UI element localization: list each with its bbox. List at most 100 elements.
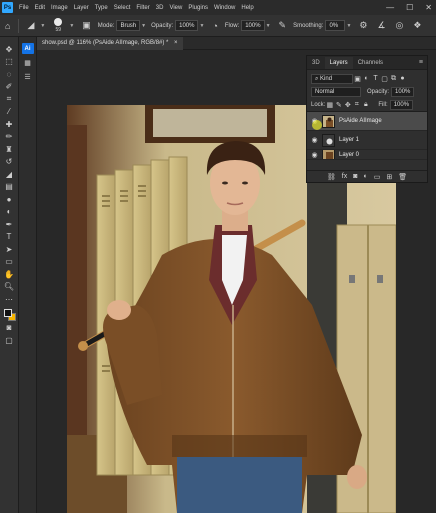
more-tools-icon[interactable]: ⋯ xyxy=(2,293,17,305)
clone-stamp-tool-icon[interactable]: ♜ xyxy=(2,143,17,155)
pressure-opacity-icon[interactable]: ◔ xyxy=(207,21,222,31)
menu-window[interactable]: Window xyxy=(211,5,238,11)
maximize-button[interactable]: ☐ xyxy=(406,3,413,12)
adjustments-icon[interactable]: ☰ xyxy=(22,71,34,82)
eraser-tool-preset-icon[interactable]: ◢ xyxy=(22,20,39,31)
eyedropper-tool-icon[interactable]: ⁄ xyxy=(2,106,17,118)
lock-all-icon[interactable]: 🔒︎ xyxy=(361,101,370,109)
fx-icon[interactable]: fx xyxy=(342,173,347,180)
type-filter-icon[interactable]: T xyxy=(371,75,380,82)
opacity-input[interactable]: 100% xyxy=(175,20,199,31)
folder-icon[interactable]: ▭ xyxy=(374,173,381,181)
zoom-tool-icon[interactable]: 🔍︎ xyxy=(2,281,17,293)
kind-filter-select[interactable]: ⌕ Kind xyxy=(311,73,353,84)
color-swatches[interactable] xyxy=(2,308,17,322)
menu-image[interactable]: Image xyxy=(48,5,71,11)
chevron-down-icon[interactable]: ▼ xyxy=(198,23,207,29)
lock-row: Lock: ▦ ✎ ✥ ⌗ 🔒︎ Fill: 100% xyxy=(307,98,427,111)
type-tool-icon[interactable]: T xyxy=(2,231,17,243)
menu-type[interactable]: Type xyxy=(92,5,111,11)
crop-tool-icon[interactable]: ⌗ xyxy=(2,93,17,105)
properties-icon[interactable]: ▦ xyxy=(22,57,34,68)
ai-plugin-icon[interactable]: Ai xyxy=(21,43,34,54)
marquee-tool-icon[interactable]: ⬚ xyxy=(2,56,17,68)
brush-tool-icon[interactable]: ✏ xyxy=(2,131,17,143)
close-tab-button[interactable]: × xyxy=(174,40,178,46)
menu-layer[interactable]: Layer xyxy=(71,5,92,11)
rectangle-tool-icon[interactable]: ▭ xyxy=(2,256,17,268)
menu-help[interactable]: Help xyxy=(238,5,256,11)
move-tool-icon[interactable]: ✥ xyxy=(2,43,17,55)
filter-toggle-icon[interactable]: ● xyxy=(398,75,407,82)
menu-edit[interactable]: Edit xyxy=(32,5,48,11)
shape-filter-icon[interactable]: ▢ xyxy=(380,75,389,83)
panel-menu-icon[interactable]: ≡ xyxy=(415,57,427,69)
lock-position-icon[interactable]: ✥ xyxy=(343,101,352,109)
smoothing-input[interactable]: 0% xyxy=(325,20,346,31)
home-icon[interactable]: ⌂ xyxy=(0,21,15,31)
path-selection-tool-icon[interactable]: ➤ xyxy=(2,243,17,255)
brush-settings-icon[interactable]: ▣ xyxy=(77,20,96,31)
adjustment-filter-icon[interactable]: ◐ xyxy=(362,75,371,82)
chevron-down-icon[interactable]: ▼ xyxy=(265,23,274,29)
lock-artboard-icon[interactable]: ⌗ xyxy=(352,101,361,109)
layer-opacity-input[interactable]: 100% xyxy=(391,86,415,97)
quick-mask-icon[interactable]: ◙ xyxy=(2,322,17,334)
layer-name[interactable]: Layer 1 xyxy=(339,137,359,143)
pen-tool-icon[interactable]: ✒ xyxy=(2,218,17,230)
blur-tool-icon[interactable]: ● xyxy=(2,193,17,205)
new-layer-icon[interactable]: ⊞ xyxy=(386,173,392,181)
menu-view[interactable]: View xyxy=(166,5,185,11)
chevron-down-icon[interactable]: ▼ xyxy=(345,23,354,29)
menu-file[interactable]: File xyxy=(16,5,32,11)
menu-select[interactable]: Select xyxy=(111,5,134,11)
document-tab[interactable]: show.psd @ 116% (PsAide AIImage, RGB/8#)… xyxy=(37,37,183,50)
gear-icon[interactable]: ⚙ xyxy=(354,20,372,31)
flow-input[interactable]: 100% xyxy=(241,20,265,31)
symmetry-icon[interactable]: ❖ xyxy=(408,20,426,31)
pressure-size-icon[interactable]: ◎ xyxy=(391,20,409,31)
chevron-down-icon[interactable]: ▼ xyxy=(39,23,48,29)
chevron-down-icon[interactable]: ▼ xyxy=(140,23,149,29)
lock-pixels-icon[interactable]: ✎ xyxy=(334,101,343,109)
blend-mode-select[interactable]: Normal xyxy=(311,86,361,97)
visibility-eye-icon[interactable]: ◉ xyxy=(310,150,319,159)
layer-name[interactable]: PsAide AIImage xyxy=(339,118,382,124)
brush-preset-picker[interactable]: 59 xyxy=(51,18,65,33)
dodge-tool-icon[interactable]: ◐ xyxy=(2,206,17,218)
gradient-tool-icon[interactable]: ▤ xyxy=(2,181,17,193)
layer-row[interactable]: ◉ PsAide AIImage xyxy=(307,112,427,131)
lasso-tool-icon[interactable]: ◌ xyxy=(2,68,17,80)
fill-input[interactable]: 100% xyxy=(389,99,414,110)
pixel-filter-icon[interactable]: ▣ xyxy=(353,75,362,83)
mode-select[interactable]: Brush xyxy=(116,20,141,31)
screen-mode-icon[interactable]: ▢ xyxy=(2,334,17,346)
menu-3d[interactable]: 3D xyxy=(153,5,167,11)
hand-tool-icon[interactable]: ✋ xyxy=(2,268,17,280)
healing-brush-tool-icon[interactable]: ✚ xyxy=(2,118,17,130)
visibility-eye-icon[interactable]: ◉ xyxy=(310,136,319,145)
link-icon[interactable]: ⛓ xyxy=(327,173,336,181)
minimize-button[interactable]: — xyxy=(386,3,394,12)
mask-icon[interactable]: ◙ xyxy=(353,173,357,180)
chevron-down-icon[interactable]: ▼ xyxy=(68,23,77,29)
menu-filter[interactable]: Filter xyxy=(133,5,152,11)
adjustment-icon[interactable]: ◐ xyxy=(363,173,367,180)
foreground-color-swatch[interactable] xyxy=(3,308,12,317)
close-window-button[interactable]: ✕ xyxy=(425,3,432,12)
tab-layers[interactable]: Layers xyxy=(324,57,353,69)
menu-plugins[interactable]: Plugins xyxy=(185,5,211,11)
lock-transparent-icon[interactable]: ▦ xyxy=(325,101,334,109)
layer-name[interactable]: Layer 0 xyxy=(339,152,359,158)
layer-row[interactable]: ◉ Layer 1 xyxy=(307,131,427,150)
layer-row[interactable]: ◉ Layer 0 xyxy=(307,150,427,160)
airbrush-icon[interactable]: ✎ xyxy=(274,20,292,31)
trash-icon[interactable]: 🗑︎ xyxy=(398,173,407,181)
history-brush-tool-icon[interactable]: ↺ xyxy=(2,156,17,168)
tab-channels[interactable]: Channels xyxy=(353,57,388,69)
smart-object-filter-icon[interactable]: ⧉ xyxy=(389,75,398,83)
eraser-tool-icon[interactable]: ◢ xyxy=(2,168,17,180)
angle-icon[interactable]: ∡ xyxy=(372,20,390,31)
tab-3d[interactable]: 3D xyxy=(307,57,325,69)
quick-select-tool-icon[interactable]: ✐ xyxy=(2,81,17,93)
